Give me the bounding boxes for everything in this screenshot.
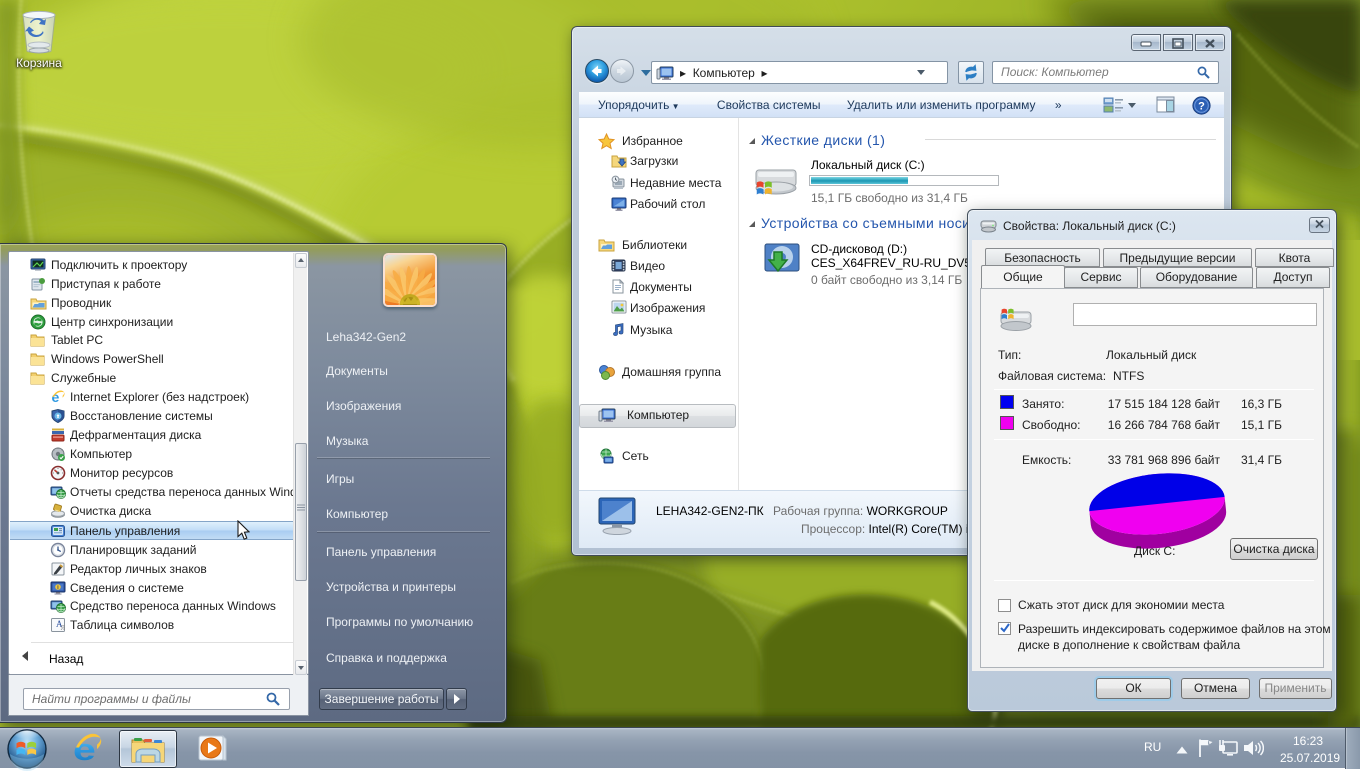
svg-text:Я: Я [61, 624, 66, 632]
svg-text:?: ? [1198, 101, 1205, 113]
